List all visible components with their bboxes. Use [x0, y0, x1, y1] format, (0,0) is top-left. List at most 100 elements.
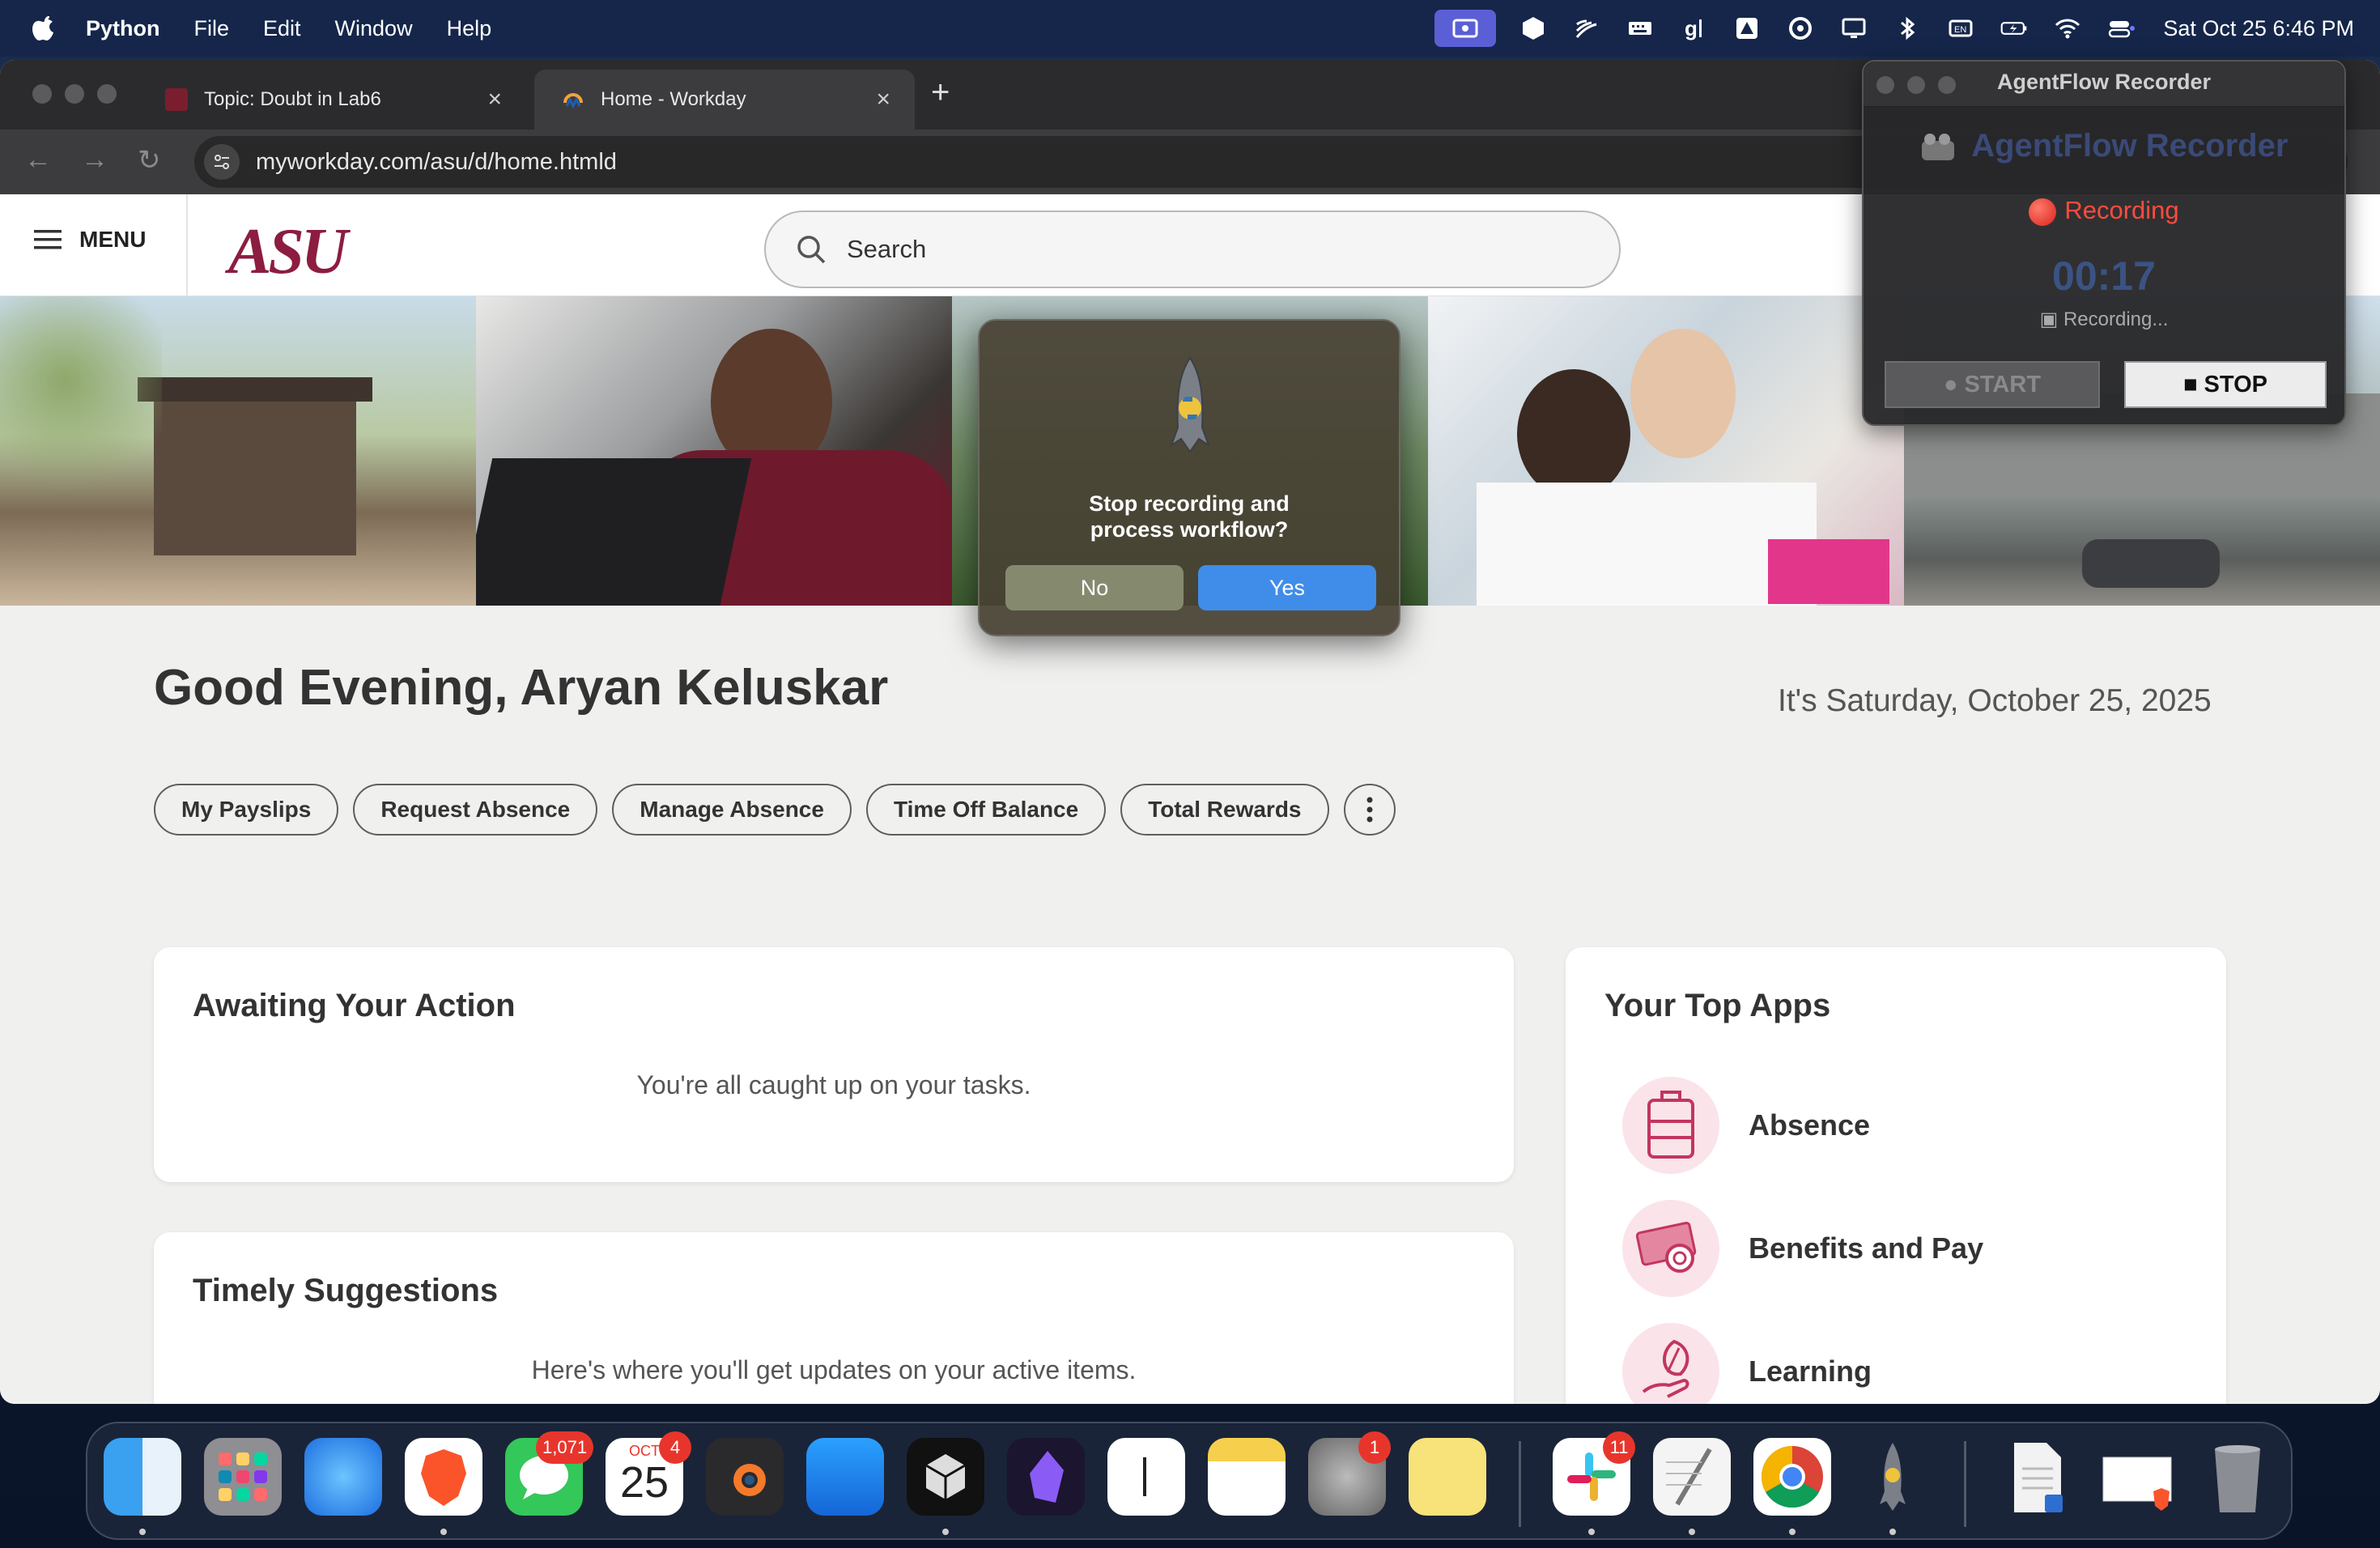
obsidian-icon[interactable] — [1007, 1438, 1085, 1516]
python-rocket-icon — [1162, 355, 1218, 480]
recorder-substatus: ▣ Recording... — [1864, 308, 2344, 331]
grammarly-icon[interactable]: g — [1677, 12, 1710, 45]
safari-icon[interactable] — [304, 1438, 382, 1516]
close-tab-icon[interactable]: × — [487, 86, 502, 113]
awaiting-action-card: Awaiting Your Action You're all caught u… — [154, 947, 1514, 1182]
menu-help[interactable]: Help — [447, 16, 492, 41]
drive-icon[interactable] — [1731, 12, 1763, 45]
control-center-icon[interactable] — [2105, 12, 2137, 45]
my-payslips-button[interactable]: My Payslips — [154, 784, 339, 836]
stickies-icon[interactable] — [1409, 1438, 1486, 1516]
menu-app-name[interactable]: Python — [86, 16, 160, 41]
recorder-status: Recording — [1864, 196, 2344, 226]
xcode-icon[interactable] — [806, 1438, 884, 1516]
time-off-balance-button[interactable]: Time Off Balance — [865, 784, 1107, 836]
notes-icon[interactable] — [1208, 1438, 1286, 1516]
banner-photo-lab — [1428, 296, 1904, 606]
header-divider — [186, 194, 188, 296]
tab-topic-doubt[interactable]: Topic: Doubt in Lab6 × — [138, 70, 526, 130]
banner-photo-building — [0, 296, 476, 606]
more-actions-button[interactable] — [1343, 784, 1396, 836]
close-tab-icon[interactable]: × — [876, 86, 890, 113]
forward-arrow-icon[interactable]: → — [81, 144, 108, 176]
box-icon[interactable] — [1517, 12, 1549, 45]
stop-button[interactable]: ■ STOP — [2124, 361, 2327, 408]
menu-button[interactable]: MENU — [32, 227, 146, 253]
more-vertical-icon — [1366, 797, 1373, 823]
app-label: Learning — [1749, 1354, 1872, 1388]
menu-window[interactable]: Window — [335, 16, 413, 41]
cube-app-icon[interactable] — [907, 1438, 984, 1516]
feed-icon[interactable] — [1570, 12, 1603, 45]
tab-workday-home[interactable]: Home - Workday × — [534, 70, 915, 130]
script-editor-icon[interactable] — [1653, 1438, 1731, 1516]
keyboard-icon[interactable] — [1624, 12, 1656, 45]
close-window-button[interactable] — [32, 84, 52, 104]
cycle-icon[interactable] — [1784, 12, 1817, 45]
timely-suggestions-card: Timely Suggestions Here's where you'll g… — [154, 1232, 1514, 1404]
app-learning[interactable]: Learning — [1622, 1323, 1872, 1404]
url-text: myworkday.com/asu/d/home.htmld — [256, 148, 617, 175]
screen-record-icon[interactable] — [1434, 10, 1497, 47]
trash-icon[interactable] — [2199, 1438, 2276, 1516]
total-rewards-button[interactable]: Total Rewards — [1120, 784, 1329, 836]
python-launcher-icon[interactable] — [1854, 1438, 1932, 1516]
text-editor-icon[interactable] — [1107, 1438, 1185, 1516]
finder-icon[interactable] — [104, 1438, 181, 1516]
tab-label: Topic: Doubt in Lab6 — [204, 88, 381, 110]
minimize-window-button[interactable] — [65, 84, 84, 104]
recorder-window-title: AgentFlow Recorder — [1996, 70, 2212, 94]
zoom-window-button[interactable] — [97, 84, 117, 104]
recorder-status-label: Recording — [2064, 196, 2179, 224]
app-absence[interactable]: Absence — [1622, 1077, 1870, 1174]
calendar-day: 25 — [619, 1458, 669, 1507]
reload-icon[interactable]: ↻ — [138, 144, 161, 176]
recorder-logo-icon — [1921, 134, 1954, 161]
apple-menu-icon[interactable] — [31, 14, 57, 43]
app-label: Absence — [1749, 1108, 1871, 1142]
document-icon[interactable] — [1998, 1438, 2076, 1516]
search-input[interactable]: Search — [764, 211, 1621, 288]
calendar-badge: 4 — [659, 1431, 691, 1464]
quick-actions: My Payslips Request Absence Manage Absen… — [154, 784, 1396, 836]
leaf-hand-icon — [1622, 1323, 1719, 1404]
menu-file[interactable]: File — [194, 16, 230, 41]
site-settings-icon[interactable] — [204, 144, 240, 180]
app-benefits-and-pay[interactable]: Benefits and Pay — [1622, 1200, 1983, 1297]
status-area: g EN Sat Oct 25 6:46 PM — [1434, 0, 2354, 57]
new-tab-button[interactable]: + — [931, 74, 950, 111]
app-label: Benefits and Pay — [1749, 1231, 1984, 1265]
launchpad-icon[interactable] — [204, 1438, 282, 1516]
battery-icon[interactable] — [1998, 12, 2030, 45]
brave-icon[interactable] — [405, 1438, 482, 1516]
settings-badge: 1 — [1358, 1431, 1391, 1464]
menu-clock[interactable]: Sat Oct 25 6:46 PM — [2163, 16, 2354, 41]
stop-recording-dialog: Stop recording and process workflow? No … — [978, 319, 1400, 636]
search-placeholder: Search — [847, 235, 927, 263]
slack-badge: 11 — [1603, 1431, 1635, 1464]
yes-button[interactable]: Yes — [1198, 565, 1376, 610]
awaiting-message: You're all caught up on your tasks. — [636, 1070, 1031, 1099]
tab-label: Home - Workday — [601, 88, 746, 110]
bluetooth-icon[interactable] — [1891, 12, 1923, 45]
input-source-icon[interactable]: EN — [1944, 12, 1977, 45]
messages-badge: 1,071 — [536, 1431, 594, 1464]
screenshot-icon[interactable] — [2098, 1438, 2176, 1516]
asu-logo[interactable]: ASU — [228, 215, 348, 289]
chrome-icon[interactable] — [1753, 1438, 1831, 1516]
menu-label: MENU — [79, 227, 147, 252]
date-text: It's Saturday, October 25, 2025 — [1778, 683, 2212, 718]
recorder-titlebar: AgentFlow Recorder — [1864, 62, 2344, 107]
agentflow-recorder-window: AgentFlow Recorder AgentFlow Recorder Re… — [1862, 60, 2346, 426]
menu-edit[interactable]: Edit — [263, 16, 301, 41]
blender-icon[interactable] — [706, 1438, 784, 1516]
dock: 1,071 OCT 25 4 1 11 — [86, 1422, 2293, 1540]
display-icon[interactable] — [1838, 12, 1870, 45]
wifi-icon[interactable] — [2051, 12, 2084, 45]
no-button[interactable]: No — [1005, 565, 1184, 610]
manage-absence-button[interactable]: Manage Absence — [612, 784, 852, 836]
start-button[interactable]: ● START — [1885, 361, 2100, 408]
back-arrow-icon[interactable]: ← — [24, 144, 52, 176]
top-apps-title: Your Top Apps — [1604, 988, 1831, 1023]
request-absence-button[interactable]: Request Absence — [353, 784, 598, 836]
